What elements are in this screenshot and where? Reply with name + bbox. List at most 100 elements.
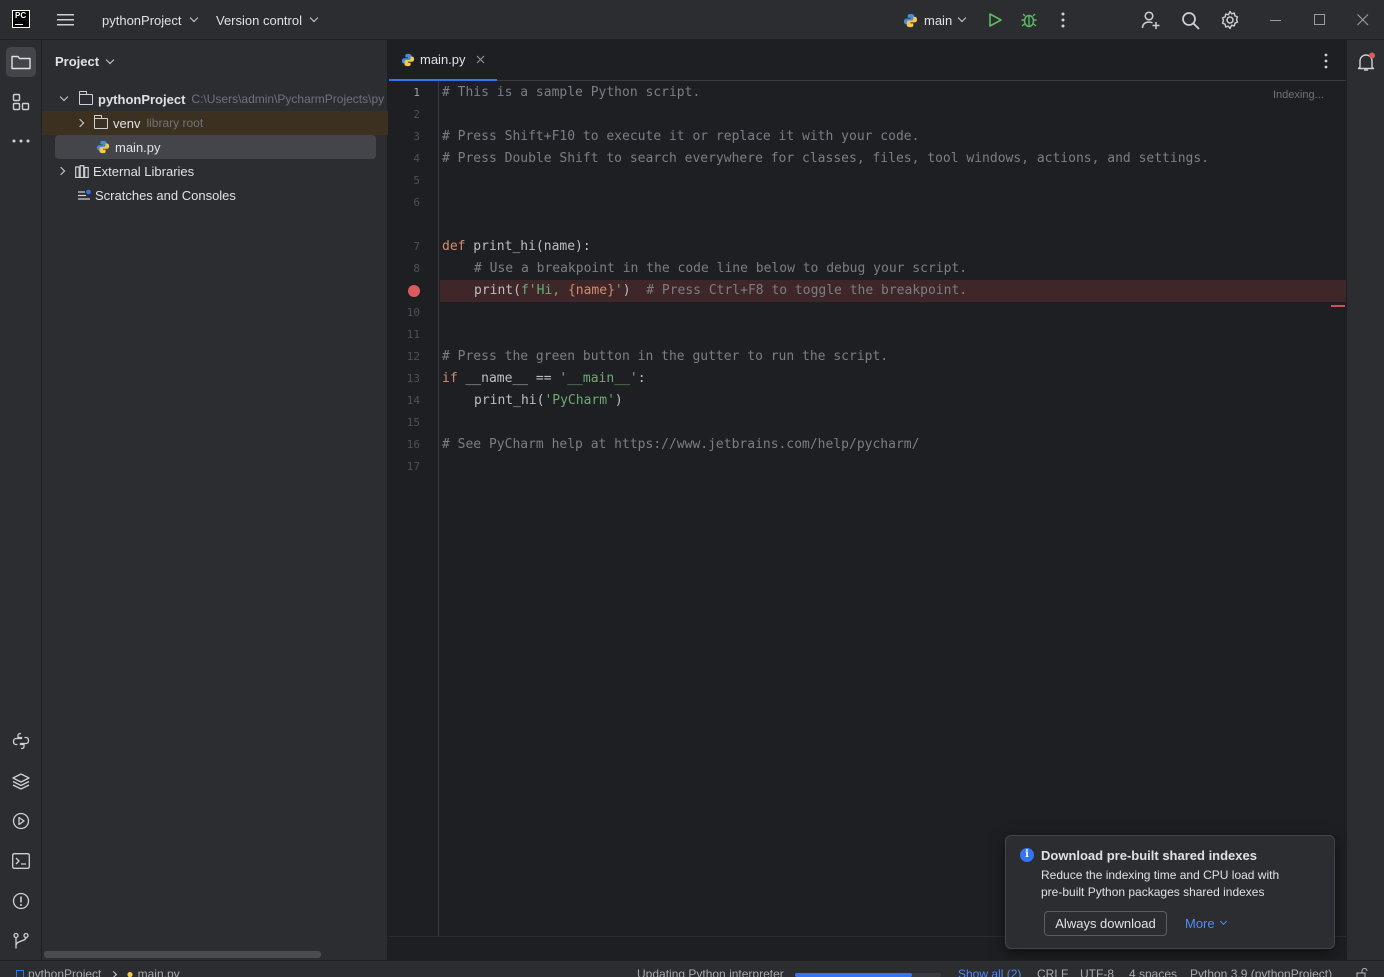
minimize-window-button[interactable] — [1270, 0, 1282, 40]
more-actions-button[interactable] — [1060, 0, 1066, 40]
tab-main-py[interactable]: main.py — [389, 40, 497, 81]
maximize-window-button[interactable] — [1314, 0, 1326, 40]
layers-tool-button[interactable] — [6, 766, 36, 796]
fstring-expr: {name} — [567, 283, 615, 298]
line-number: 6 — [413, 196, 420, 209]
editor-gutter[interactable]: 1 2 3 4 5 6 7 8 10 11 12 13 14 15 16 17 — [389, 81, 439, 936]
error-stripe-marker[interactable] — [1331, 305, 1345, 307]
code-line-1[interactable]: # This is a sample Python script. — [442, 82, 700, 104]
structure-tool-button[interactable] — [6, 87, 36, 117]
tree-item-external-libraries[interactable]: External Libraries — [42, 159, 388, 183]
search-icon — [1182, 11, 1200, 30]
close-window-button[interactable] — [1357, 0, 1369, 40]
version-control-label: Version control — [216, 12, 302, 28]
project-view-selector[interactable]: Project — [55, 54, 115, 69]
code-line-9[interactable]: print(f'Hi, {name}') # Press Ctrl+F8 to … — [474, 280, 967, 302]
line-number: 11 — [406, 328, 420, 341]
string: 'PyCharm' — [544, 393, 615, 408]
comment: # This is a sample Python script. — [442, 85, 701, 100]
interpreter-widget[interactable]: Python 3.9 (pythonProject) — [1190, 967, 1332, 977]
chevron-down-icon — [309, 13, 319, 23]
line-separator-widget[interactable]: CRLF — [1037, 967, 1068, 977]
project-selector[interactable]: pythonProject — [102, 0, 198, 40]
chevron-down-icon — [59, 92, 69, 102]
python-console-icon — [12, 732, 30, 750]
code-line-4[interactable]: # Press Double Shift to search everywher… — [442, 148, 1209, 170]
code-line-12[interactable]: # Press the green button in the gutter t… — [442, 346, 888, 368]
line-number: 7 — [413, 240, 420, 253]
run-button[interactable] — [987, 0, 1003, 40]
more-vertical-icon — [1324, 53, 1328, 69]
python-file-icon — [401, 53, 415, 66]
run-configuration-selector[interactable]: main — [903, 0, 967, 40]
problems-icon — [12, 892, 30, 910]
background-task-label[interactable]: Updating Python interpreter — [637, 967, 784, 977]
breakpoint-icon[interactable] — [408, 285, 420, 297]
encoding-widget[interactable]: UTF-8 — [1080, 967, 1114, 977]
shared-indexes-notification: i Download pre-built shared indexes Redu… — [1005, 835, 1335, 949]
code-text: : — [637, 371, 646, 386]
comment: # Press Ctrl+F8 to toggle the breakpoint… — [646, 283, 968, 298]
folder-icon — [11, 55, 31, 70]
python-packages-tool-button[interactable] — [6, 726, 36, 756]
code-line-14[interactable]: print_hi('PyCharm') — [474, 390, 623, 412]
layers-icon — [12, 773, 30, 790]
horizontal-scrollbar[interactable] — [44, 951, 321, 958]
terminal-tool-button[interactable] — [6, 846, 36, 876]
settings-button[interactable] — [1220, 0, 1240, 40]
breadcrumb-project[interactable]: pythonProject — [28, 967, 101, 977]
code-line-8[interactable]: # Use a breakpoint in the code line belo… — [474, 258, 967, 280]
code-line-3[interactable]: # Press Shift+F10 to execute it or repla… — [442, 126, 919, 148]
code-line-13[interactable]: if __name__ == '__main__': — [442, 368, 646, 390]
line-number: 15 — [406, 416, 420, 429]
scratches-icon — [78, 189, 91, 200]
indent-widget[interactable]: 4 spaces — [1129, 967, 1177, 977]
more-tool-windows-button[interactable] — [6, 126, 36, 156]
breadcrumb-file[interactable]: main.py — [138, 967, 180, 977]
version-control-menu[interactable]: Version control — [216, 0, 319, 40]
chevron-down-icon — [189, 13, 198, 23]
services-tool-button[interactable] — [6, 806, 36, 836]
search-everywhere-button[interactable] — [1181, 0, 1200, 40]
code-with-me-button[interactable] — [1141, 0, 1161, 40]
always-download-button[interactable]: Always download — [1044, 911, 1167, 936]
notifications-button[interactable] — [1356, 52, 1376, 72]
tree-item-scratches[interactable]: Scratches and Consoles — [42, 183, 388, 207]
project-tool-window: Project pythonProject C:\Users\admin\Pyc… — [42, 40, 388, 960]
comment: # Use a breakpoint in the code line belo… — [474, 261, 968, 276]
tree-item-python-project[interactable]: pythonProject C:\Users\admin\PycharmProj… — [42, 87, 388, 111]
lock-toggle[interactable] — [1356, 968, 1368, 977]
close-tab-icon[interactable] — [476, 55, 485, 64]
problems-tool-button[interactable] — [6, 886, 36, 916]
chevron-down-icon — [1219, 917, 1227, 926]
run-icon — [989, 13, 1002, 27]
indexing-status: Indexing... — [1273, 89, 1324, 101]
code-text: ) — [614, 393, 623, 408]
string: ' — [614, 283, 623, 298]
code-line-7[interactable]: def print_hi(name): — [442, 236, 591, 258]
string: '__main__' — [559, 371, 638, 386]
project-tool-button[interactable] — [6, 47, 36, 77]
line-number: 4 — [413, 152, 420, 165]
unlock-icon — [1356, 968, 1368, 977]
code-line-16[interactable]: # See PyCharm help at https://www.jetbra… — [442, 434, 919, 456]
tree-item-main-py[interactable]: main.py — [55, 135, 376, 159]
main-menu-button[interactable] — [57, 0, 75, 40]
gear-icon — [1221, 10, 1239, 30]
line-number: 13 — [406, 372, 420, 385]
more-vertical-icon — [1061, 12, 1065, 28]
notification-body-line-1: Reduce the indexing time and CPU load wi… — [1041, 868, 1280, 882]
code-text: print_hi(name): — [465, 239, 591, 254]
show-all-tasks-link[interactable]: Show all (2) — [958, 967, 1021, 977]
title-bar: PC pythonProject Version control main — [0, 0, 1384, 40]
breadcrumb: pythonProject ● main.py — [16, 967, 180, 977]
python-icon — [903, 13, 918, 27]
tab-options-button[interactable] — [1323, 53, 1329, 69]
project-name: pythonProject — [102, 12, 182, 28]
line-number: 3 — [413, 130, 420, 143]
more-options-link[interactable]: More — [1185, 916, 1227, 931]
tree-item-detail: library root — [146, 116, 204, 130]
tree-item-venv[interactable]: venv library root — [42, 111, 388, 135]
debug-button[interactable] — [1020, 0, 1038, 40]
git-tool-button[interactable] — [6, 926, 36, 956]
